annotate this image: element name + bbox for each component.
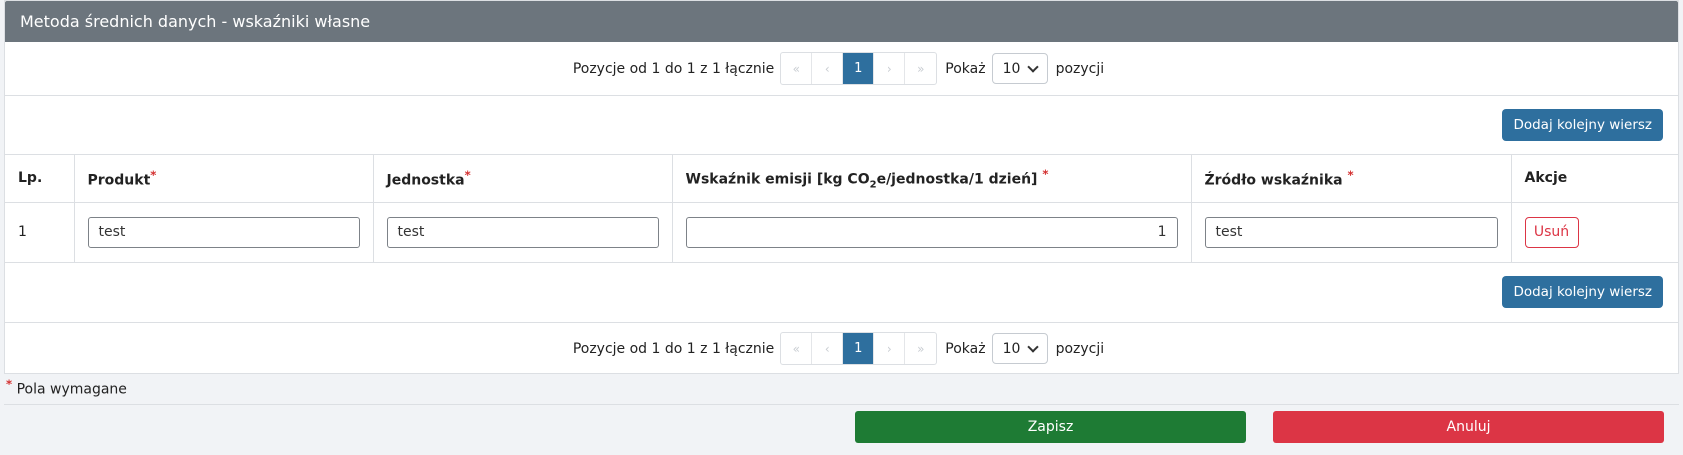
page-size-value: 10 [1002, 60, 1021, 77]
pagination-suffix: pozycji [1055, 340, 1105, 357]
required-mark: * [150, 167, 157, 182]
chevron-right-icon: › [886, 341, 892, 356]
chevron-down-icon [1026, 340, 1039, 353]
footer-divider [4, 404, 1679, 405]
add-row-button[interactable]: Dodaj kolejny wiersz [1502, 276, 1663, 308]
required-mark: * [1042, 166, 1049, 181]
page-button-current[interactable]: 1 [843, 333, 875, 364]
prev-page-button[interactable]: ‹ [812, 333, 844, 364]
first-page-button[interactable]: « [781, 333, 813, 364]
double-chevron-right-icon: » [917, 61, 925, 76]
delete-row-button[interactable]: Usuń [1524, 216, 1579, 248]
panel-title: Metoda średnich danych - wskaźniki własn… [5, 1, 1678, 42]
prev-page-button[interactable]: ‹ [812, 53, 844, 84]
col-header-source: Źródło wskaźnika * [1191, 155, 1512, 203]
last-page-button[interactable]: » [905, 53, 936, 84]
save-button[interactable]: Zapisz [855, 411, 1246, 443]
first-page-button[interactable]: « [781, 53, 813, 84]
chevron-right-icon: › [886, 61, 892, 76]
pagination-top: Pozycje od 1 do 1 z 1 łącznie « ‹ 1 › » … [5, 42, 1678, 96]
table-row: 1 test test 1 test Usuń [5, 202, 1678, 263]
col-header-unit: Jednostka* [373, 155, 673, 203]
page-size-value: 10 [1002, 340, 1021, 357]
action-row-bottom: Dodaj kolejny wiersz [5, 263, 1678, 322]
double-chevron-left-icon: « [792, 61, 800, 76]
pager: « ‹ 1 › » [780, 52, 938, 85]
pagination-summary: Pozycje od 1 do 1 z 1 łącznie [572, 340, 775, 357]
col-header-lp: Lp. [5, 155, 75, 203]
pagination-bottom: Pozycje od 1 do 1 z 1 łącznie « ‹ 1 › » … [5, 321, 1678, 375]
pager: « ‹ 1 › » [780, 332, 938, 365]
show-label: Pokaż [945, 340, 986, 357]
source-input[interactable]: test [1204, 216, 1498, 248]
pagination-suffix: pozycji [1055, 60, 1105, 77]
pagination-summary: Pozycje od 1 do 1 z 1 łącznie [572, 60, 775, 77]
indicators-table: Lp. Produkt* Jednostka* Wskaźnik emisji … [5, 155, 1678, 263]
cancel-button[interactable]: Anuluj [1273, 411, 1664, 443]
chevron-down-icon [1026, 60, 1039, 73]
double-chevron-right-icon: » [917, 341, 925, 356]
unit-input[interactable]: test [386, 216, 659, 248]
page-size-select[interactable]: 10 [991, 53, 1048, 84]
required-fields-note: * Pola wymagane [6, 377, 127, 398]
page-button-current[interactable]: 1 [843, 53, 875, 84]
cell-lp: 1 [5, 202, 75, 263]
action-row-top: Dodaj kolejny wiersz [5, 96, 1678, 155]
chevron-left-icon: ‹ [824, 341, 830, 356]
required-mark: * [464, 167, 471, 182]
data-panel: Metoda średnich danych - wskaźniki własn… [4, 0, 1679, 374]
next-page-button[interactable]: › [874, 333, 906, 364]
last-page-button[interactable]: » [905, 333, 936, 364]
chevron-left-icon: ‹ [824, 61, 830, 76]
emission-input[interactable]: 1 [685, 216, 1178, 248]
show-label: Pokaż [945, 60, 986, 77]
product-input[interactable]: test [87, 216, 360, 248]
required-mark: * [6, 377, 13, 391]
page-size-select[interactable]: 10 [991, 333, 1048, 364]
double-chevron-left-icon: « [792, 341, 800, 356]
col-header-emission: Wskaźnik emisji [kg CO2e/jednostka/1 dzi… [672, 155, 1192, 203]
required-mark: * [1347, 167, 1354, 182]
add-row-button[interactable]: Dodaj kolejny wiersz [1502, 109, 1663, 141]
col-header-product: Produkt* [74, 155, 374, 203]
next-page-button[interactable]: › [874, 53, 906, 84]
col-header-actions: Akcje [1511, 155, 1678, 203]
